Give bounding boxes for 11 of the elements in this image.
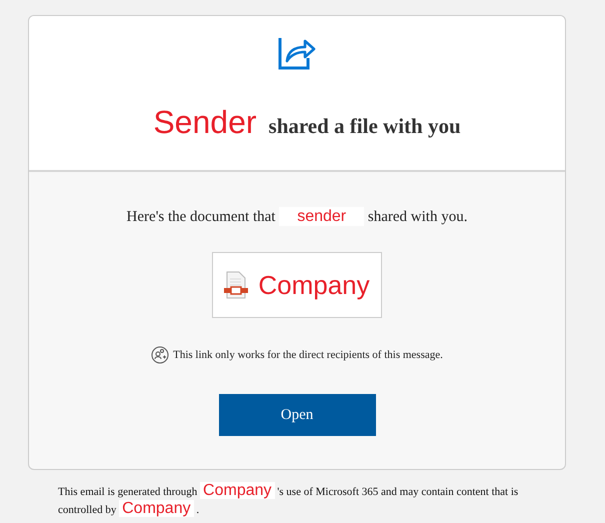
- file-card[interactable]: Company: [212, 252, 382, 318]
- message-text: Here's the document that sender shared with you.: [126, 208, 468, 226]
- file-name: Company: [258, 270, 370, 300]
- open-button[interactable]: Open: [218, 394, 376, 436]
- header-title: shared a file with you: [268, 114, 461, 139]
- sender-name: Sender: [153, 104, 257, 141]
- footer-text: This email is generated through Company 's use of Microsoft 365 and may contain content that is controlled by Company .: [58, 483, 520, 518]
- share-icon: [278, 36, 316, 70]
- document-icon: [224, 271, 248, 299]
- people-icon: [151, 346, 170, 364]
- notice-text: This link only works for the direct recipients of this message.: [173, 349, 443, 361]
